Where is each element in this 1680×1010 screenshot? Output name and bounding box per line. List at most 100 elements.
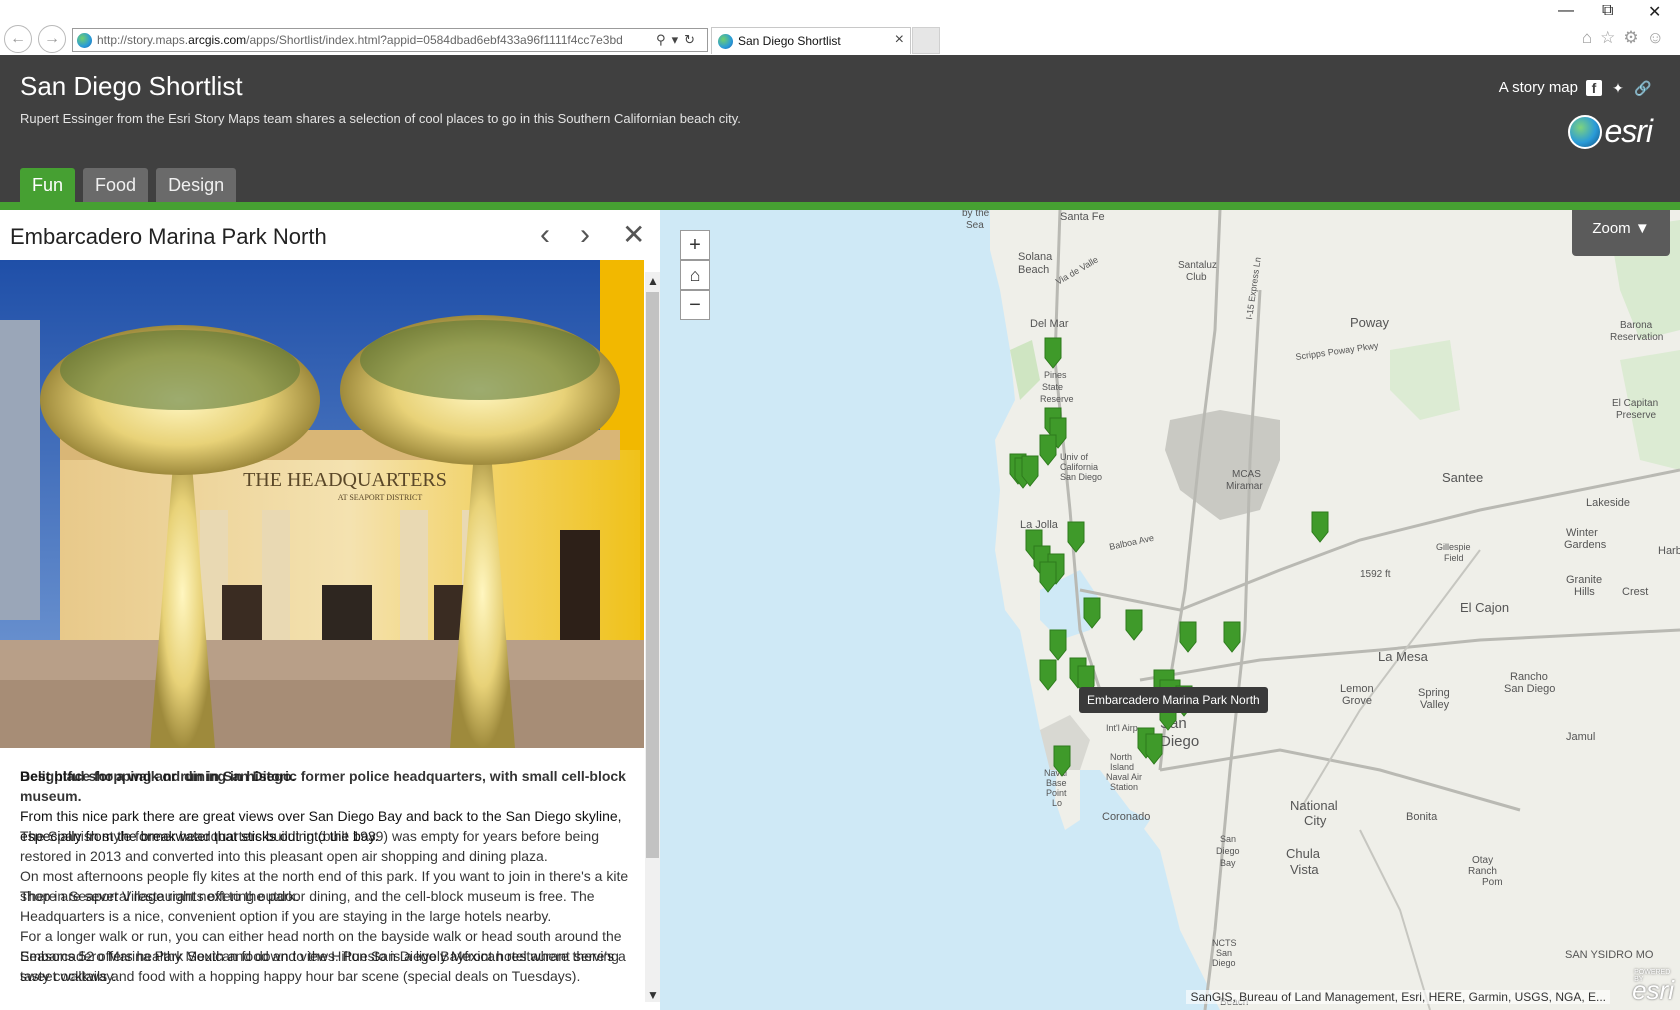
map-label: Spring bbox=[1418, 687, 1450, 699]
map-label: Chula bbox=[1286, 846, 1321, 861]
restore-icon[interactable]: ⧉ bbox=[1602, 2, 1613, 20]
zoom-out-button[interactable]: − bbox=[680, 290, 710, 320]
map-label: Ranch bbox=[1468, 866, 1497, 877]
map-label: Reservation bbox=[1610, 332, 1663, 343]
map-label: Preserve bbox=[1616, 410, 1656, 421]
map-label: Gardens bbox=[1564, 539, 1607, 551]
accent-bar bbox=[0, 202, 1680, 210]
marker-tooltip: Embarcadero Marina Park North bbox=[1079, 687, 1268, 713]
map-label: Gillespie bbox=[1436, 542, 1471, 552]
close-tab-icon[interactable]: × bbox=[895, 31, 904, 49]
map-label: Bay bbox=[1220, 858, 1236, 868]
map-view[interactable]: by the Sea Santa Fe Solana Beach Santalu… bbox=[660, 210, 1680, 1010]
browser-tab[interactable]: San Diego Shortlist × bbox=[711, 27, 911, 54]
browser-chrome: ← → http://story.maps.arcgis.com/apps/Sh… bbox=[0, 0, 1680, 55]
search-icon[interactable]: ⚲▾↻ bbox=[656, 32, 701, 48]
facebook-icon[interactable]: f bbox=[1586, 79, 1602, 96]
tab-fun[interactable]: Fun bbox=[20, 168, 76, 202]
map-label: Sea bbox=[966, 220, 984, 231]
map-label: Naval Air bbox=[1106, 772, 1142, 782]
map-label: Station bbox=[1110, 782, 1138, 792]
map-label: Club bbox=[1186, 272, 1207, 283]
map-label: Santa Fe bbox=[1060, 211, 1105, 223]
tab-design[interactable]: Design bbox=[156, 168, 237, 202]
map-label: Barona bbox=[1620, 320, 1653, 331]
detail-panel: Embarcadero Marina Park North ‹ › ✕ THE … bbox=[0, 210, 660, 1010]
map-label: Miramar bbox=[1226, 481, 1263, 492]
close-icon[interactable]: ✕ bbox=[622, 218, 645, 251]
address-bar[interactable]: http://story.maps.arcgis.com/apps/Shortl… bbox=[72, 28, 708, 52]
esri-logo: esri bbox=[1568, 113, 1653, 150]
map-label: Solana bbox=[1018, 251, 1053, 263]
map-label: 1592 ft bbox=[1360, 569, 1391, 580]
home-star-gear-icon[interactable]: ⌂☆⚙☺ bbox=[1582, 28, 1672, 48]
powered-by-esri-logo[interactable]: POWERED BY esri bbox=[1632, 969, 1674, 1006]
tab-food[interactable]: Food bbox=[83, 168, 149, 202]
map-label: San bbox=[1216, 948, 1232, 958]
map-label: Valley bbox=[1420, 699, 1450, 711]
new-tab-button[interactable] bbox=[912, 27, 940, 54]
twitter-icon[interactable]: ✦ bbox=[1610, 80, 1626, 96]
zoom-dropdown-button[interactable]: Zoom ▼ bbox=[1572, 210, 1670, 256]
scroll-thumb[interactable] bbox=[646, 292, 659, 858]
map-label: Diego bbox=[1216, 846, 1240, 856]
map-label: Lemon bbox=[1340, 683, 1374, 695]
map-label: NCTS bbox=[1212, 938, 1237, 948]
tab-favicon-icon bbox=[718, 34, 733, 49]
home-extent-button[interactable]: ⌂ bbox=[680, 260, 710, 290]
map-label: Coronado bbox=[1102, 811, 1150, 823]
previous-icon[interactable]: ‹ bbox=[540, 218, 550, 252]
map-label: Point bbox=[1046, 788, 1067, 798]
place-photo: THE HEADQUARTERS AT SEAPORT DISTRICT bbox=[0, 260, 644, 748]
map-label: North bbox=[1110, 752, 1132, 762]
map-label: Bonita bbox=[1406, 811, 1438, 823]
map-label: Diego bbox=[1160, 733, 1199, 750]
map-label: Field bbox=[1444, 553, 1464, 563]
map-attribution: SanGIS, Bureau of Land Management, Esri,… bbox=[1186, 990, 1610, 1004]
category-tabs: Fun Food Design bbox=[20, 168, 237, 202]
map-label: La Mesa bbox=[1378, 649, 1429, 664]
map-label: San Diego bbox=[1504, 683, 1555, 695]
next-icon[interactable]: › bbox=[580, 218, 590, 252]
map-label: Otay bbox=[1472, 855, 1493, 866]
sign-subtext: AT SEAPORT DISTRICT bbox=[338, 493, 423, 502]
map-label: Base bbox=[1046, 778, 1067, 788]
map-label: California bbox=[1060, 462, 1098, 472]
description-line: The Spanish style former headquarters bu… bbox=[20, 828, 599, 864]
map-label: Winter bbox=[1566, 527, 1598, 539]
story-map-share: A story map f ✦ 🔗 bbox=[1498, 79, 1652, 96]
esri-globe-icon bbox=[1568, 114, 1603, 149]
map-label: State bbox=[1042, 382, 1063, 392]
map-label: Poway bbox=[1350, 315, 1390, 330]
minimize-icon[interactable]: — bbox=[1558, 2, 1574, 20]
page-subtitle: Rupert Essinger from the Esri Story Maps… bbox=[20, 111, 741, 126]
map-label: Pom bbox=[1482, 877, 1503, 888]
map-label: by the bbox=[962, 210, 990, 219]
link-icon[interactable]: 🔗 bbox=[1634, 80, 1651, 96]
map-label: National bbox=[1290, 798, 1338, 813]
map-label: San Diego bbox=[1060, 472, 1102, 482]
close-window-icon[interactable]: ✕ bbox=[1648, 2, 1661, 22]
page-title: San Diego Shortlist bbox=[20, 71, 243, 101]
map-label: Granite bbox=[1566, 574, 1602, 586]
map-label: Beach bbox=[1018, 264, 1049, 276]
map-label: Hills bbox=[1574, 586, 1595, 598]
description-line: Delightful shopping and dining in histor… bbox=[20, 768, 626, 804]
panel-scrollbar[interactable]: ▲ ▼ bbox=[645, 272, 660, 1002]
app-header: San Diego Shortlist Rupert Essinger from… bbox=[0, 55, 1680, 202]
back-icon[interactable]: ← bbox=[4, 25, 32, 53]
description-line: Seasons 52 offers healthy Mexican food a… bbox=[20, 948, 619, 984]
scroll-up-icon[interactable]: ▲ bbox=[647, 274, 659, 288]
map-label: El Capitan bbox=[1612, 398, 1658, 409]
scroll-down-icon[interactable]: ▼ bbox=[647, 988, 659, 1002]
map-label: Grove bbox=[1342, 695, 1372, 707]
forward-icon[interactable]: → bbox=[38, 25, 66, 53]
map-label: Lo bbox=[1052, 798, 1062, 808]
map-label: El Cajon bbox=[1460, 600, 1509, 615]
story-map-label: A story map bbox=[1498, 79, 1578, 96]
zoom-in-button[interactable]: + bbox=[680, 230, 710, 260]
map-label: Del Mar bbox=[1030, 318, 1069, 330]
description-line: There are several restaurants offering o… bbox=[20, 888, 595, 924]
map-label: San bbox=[1220, 834, 1236, 844]
map-label: MCAS bbox=[1232, 469, 1261, 480]
